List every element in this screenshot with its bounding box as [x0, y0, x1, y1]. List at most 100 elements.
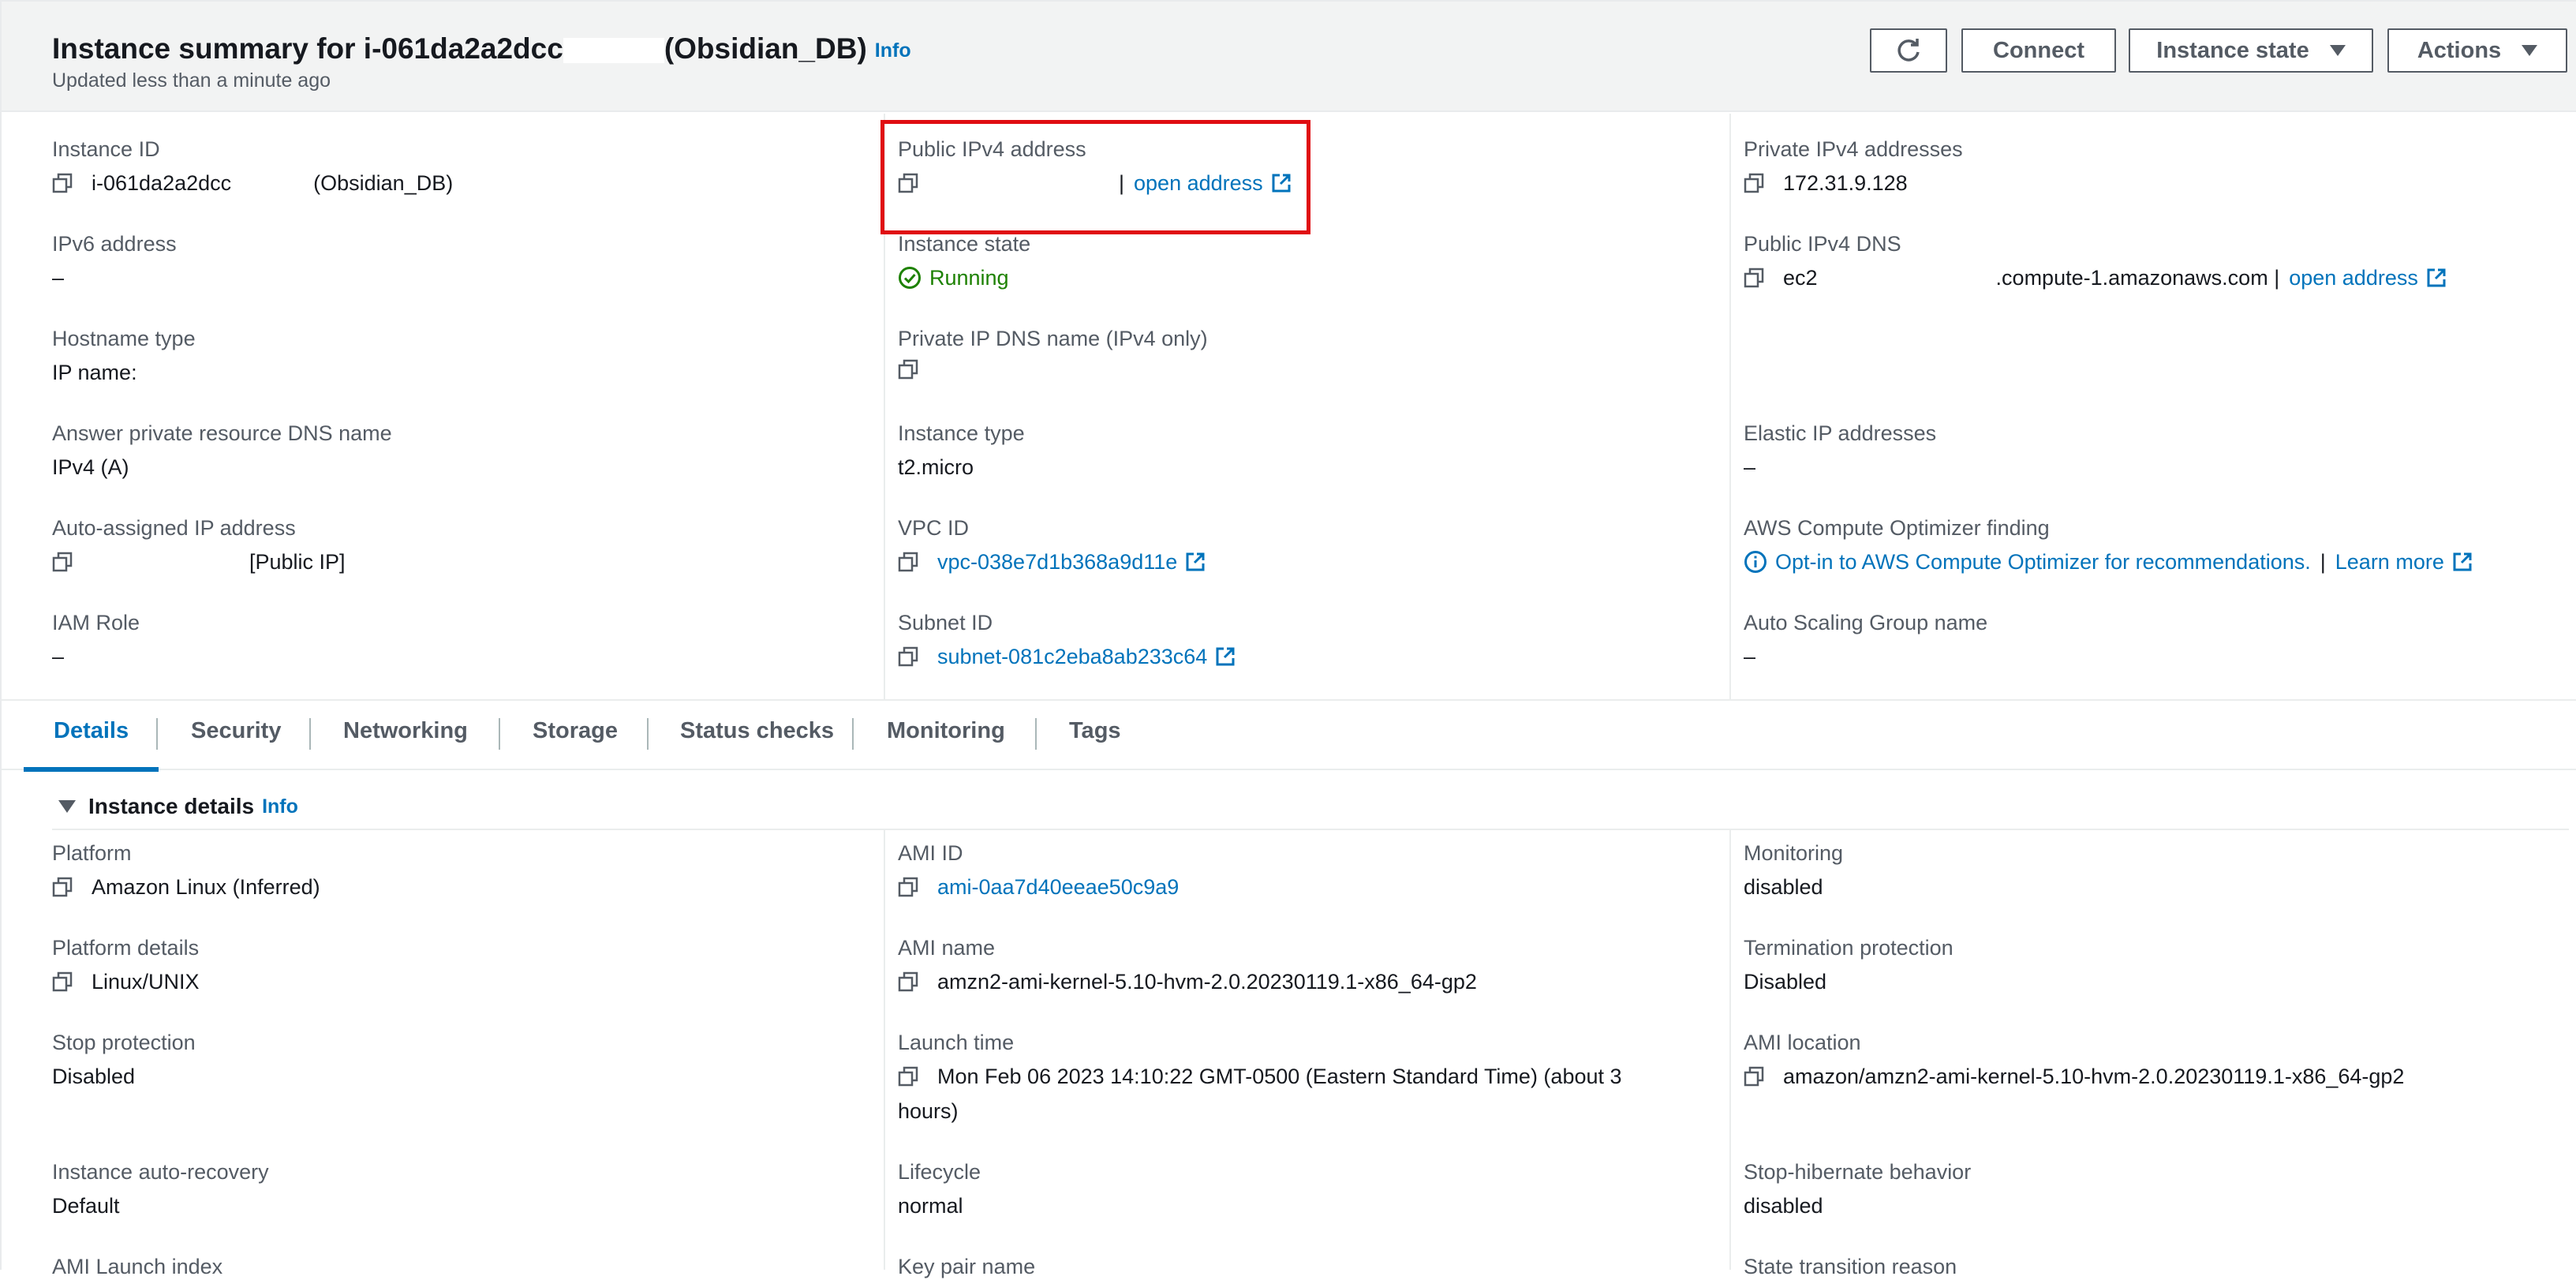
field-launch-time: Launch time Mon Feb 06 2023 14:10:22 GMT… — [898, 1029, 1622, 1125]
launch-time-text: Mon Feb 06 2023 14:10:22 GMT-0500 (Easte… — [937, 1065, 1622, 1088]
field-label: Lifecycle — [898, 1160, 981, 1184]
field-auto-scaling-group: Auto Scaling Group name – — [1744, 609, 1987, 670]
field-label: Stop-hibernate behavior — [1744, 1160, 1972, 1184]
field-label: AWS Compute Optimizer finding — [1744, 516, 2050, 540]
field-private-ipv4: Private IPv4 addresses 172.31.9.128 — [1744, 136, 1963, 196]
ami-location-text: amazon/amzn2-ami-kernel-5.10-hvm-2.0.202… — [1783, 1065, 2405, 1088]
instance-state-button[interactable]: Instance state — [2129, 28, 2373, 73]
field-label: Launch time — [898, 1031, 1015, 1054]
copy-icon[interactable] — [898, 877, 918, 897]
vpc-link[interactable]: vpc-038e7d1b368a9d11e — [937, 548, 1177, 575]
platform-text: Amazon Linux (Inferred) — [92, 875, 320, 899]
copy-icon[interactable] — [52, 552, 73, 572]
field-label: Answer private resource DNS name — [52, 421, 392, 445]
tab-tags[interactable]: Tags — [1069, 718, 1121, 744]
info-link[interactable]: Info — [875, 39, 911, 62]
platform-details-text: Linux/UNIX — [92, 970, 200, 994]
field-vpc-id: VPC ID vpc-038e7d1b368a9d11e — [898, 515, 1206, 575]
tab-divider — [647, 718, 649, 750]
field-label: Public IPv4 DNS — [1744, 232, 1901, 256]
copy-icon[interactable] — [898, 359, 918, 380]
column-divider — [1729, 114, 1731, 699]
column-divider — [1729, 830, 1731, 1270]
field-label: AMI ID — [898, 841, 963, 865]
copy-icon[interactable] — [898, 1066, 918, 1087]
refresh-button[interactable] — [1870, 28, 1947, 73]
tab-status-checks[interactable]: Status checks — [680, 718, 834, 744]
field-value: Disabled — [52, 1065, 136, 1088]
copy-icon[interactable] — [1744, 1066, 1764, 1087]
title-prefix: Instance summary for i-061da2a2dcс — [52, 32, 563, 65]
title-suffix: (Obsidian_DB) — [664, 32, 867, 65]
info-link[interactable]: Info — [262, 795, 298, 818]
field-public-dns: Public IPv4 DNS ec2 .compute-1.amazonaws… — [1744, 230, 2447, 291]
field-value: Mon Feb 06 2023 14:10:22 GMT-0500 (Easte… — [898, 1063, 1622, 1090]
field-value: ami-0aa7d40eeae50c9a9 — [898, 874, 1179, 900]
instance-details-header[interactable]: Instance details Info — [58, 794, 298, 819]
redacted-block — [563, 38, 664, 64]
field-auto-assigned-ip: Auto-assigned IP address [Public IP] — [52, 515, 346, 575]
learn-more-link[interactable]: Learn more — [2335, 548, 2444, 575]
field-value: subnet-081c2eba8ab233c64 — [898, 643, 1236, 670]
field-iam-role: IAM Role – — [52, 609, 140, 670]
check-circle-icon — [899, 267, 921, 289]
instance-id-text: i-061da2a2dcс — [92, 171, 232, 195]
field-value — [898, 359, 1208, 380]
tab-divider — [156, 718, 158, 750]
field-label: Instance type — [898, 421, 1025, 445]
tab-details[interactable]: Details — [54, 718, 129, 744]
field-label: Elastic IP addresses — [1744, 421, 1937, 445]
ami-id-link[interactable]: ami-0aa7d40eeae50c9a9 — [937, 874, 1179, 900]
optimizer-opt-in-link[interactable]: Opt-in to AWS Compute Optimizer for reco… — [1775, 548, 2311, 575]
actions-button[interactable]: Actions — [2387, 28, 2567, 73]
copy-icon[interactable] — [898, 646, 918, 667]
field-instance-state: Instance state Running — [898, 230, 1030, 291]
copy-icon[interactable] — [52, 971, 73, 992]
copy-icon[interactable] — [1744, 268, 1764, 288]
field-value: Running — [898, 264, 1030, 291]
subnet-link[interactable]: subnet-081c2eba8ab233c64 — [937, 643, 1207, 670]
field-ami-name: AMI name amzn2-ami-kernel-5.10-hvm-2.0.2… — [898, 934, 1477, 995]
external-link-icon[interactable] — [2452, 552, 2473, 572]
field-label: Instance auto-recovery — [52, 1160, 269, 1184]
field-state-transition: State transition reason — [1744, 1253, 1957, 1280]
copy-icon[interactable] — [898, 971, 918, 992]
updated-text: Updated less than a minute ago — [52, 69, 331, 92]
external-link-icon[interactable] — [2426, 268, 2447, 288]
copy-icon[interactable] — [898, 552, 918, 572]
field-value: IP name: — [52, 361, 137, 384]
field-value: disabled — [1744, 1194, 1823, 1218]
field-termination-protection: Termination protection Disabled — [1744, 934, 1953, 995]
field-label: Instance ID — [52, 137, 160, 161]
field-value: 172.31.9.128 — [1744, 170, 1963, 196]
connect-button[interactable]: Connect — [1961, 28, 2116, 73]
copy-icon[interactable] — [52, 173, 73, 193]
refresh-icon — [1897, 39, 1920, 62]
ami-name-text: amzn2-ami-kernel-5.10-hvm-2.0.20230119.1… — [937, 970, 1477, 994]
field-elastic-ip: Elastic IP addresses – — [1744, 420, 1936, 481]
field-value: – — [52, 645, 65, 668]
copy-icon[interactable] — [52, 877, 73, 897]
field-label: Subnet ID — [898, 611, 993, 634]
active-tab-indicator — [24, 767, 159, 772]
tab-storage[interactable]: Storage — [533, 718, 618, 744]
field-label: Key pair name — [898, 1255, 1036, 1278]
external-link-icon[interactable] — [1215, 646, 1236, 667]
field-subnet-id: Subnet ID subnet-081c2eba8ab233c64 — [898, 609, 1236, 670]
field-private-ip-dns: Private IP DNS name (IPv4 only) — [898, 325, 1208, 380]
private-ip-text: 172.31.9.128 — [1783, 171, 1908, 195]
external-link-icon[interactable] — [1185, 552, 1206, 572]
field-label: Private IP DNS name (IPv4 only) — [898, 327, 1208, 350]
field-label: VPC ID — [898, 516, 970, 540]
caret-down-icon[interactable] — [58, 800, 76, 813]
tab-networking[interactable]: Networking — [343, 718, 468, 744]
tab-security[interactable]: Security — [191, 718, 281, 744]
section-title: Instance details — [88, 794, 255, 818]
instance-name-text: (Obsidian_DB) — [313, 171, 454, 195]
copy-icon[interactable] — [1744, 173, 1764, 193]
tab-monitoring[interactable]: Monitoring — [887, 718, 1005, 744]
field-label: Termination protection — [1744, 936, 1953, 960]
field-value: Disabled — [1744, 970, 1827, 994]
open-address-link[interactable]: open address — [2289, 264, 2418, 291]
field-label: Platform — [52, 841, 132, 865]
